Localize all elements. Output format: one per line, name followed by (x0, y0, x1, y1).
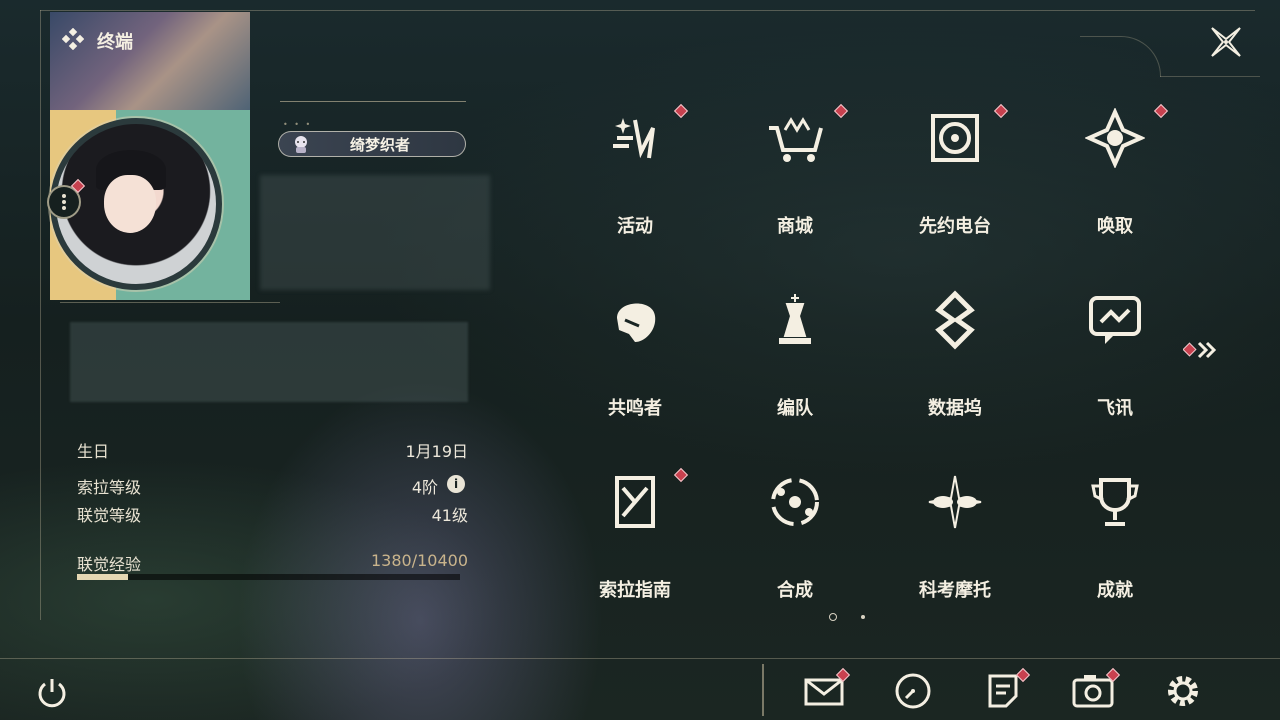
camera-button[interactable] (1070, 667, 1121, 714)
stat-label-birthday: 生日 (77, 442, 110, 461)
profile-signature-area (70, 322, 468, 402)
profile-name-area (260, 175, 490, 290)
summon-star-icon (1085, 108, 1145, 168)
stat-label-sola-level: 索拉等级 (77, 478, 142, 497)
notification-badge (673, 103, 689, 119)
stat-label-union-level: 联觉等级 (77, 506, 142, 525)
chibi-figure-icon (295, 136, 307, 153)
more-vertical-icon (62, 194, 66, 210)
event-spark-icon (613, 118, 655, 159)
clock-button[interactable] (890, 668, 936, 714)
notification-badge (993, 103, 1009, 119)
menu-item-label: 活动 (617, 216, 653, 237)
settings-gear-button[interactable] (1160, 668, 1206, 714)
menu-item-resonator-head[interactable]: 共鸣者 (570, 282, 700, 432)
menu-item-synthesis-orbit[interactable]: 合成 (730, 464, 860, 614)
name-divider (280, 101, 466, 102)
avatar-face (104, 175, 156, 233)
data-dock-icon (935, 290, 975, 350)
message-chat-icon (1089, 296, 1141, 344)
name-dots-decoration: • • • (283, 120, 313, 129)
exp-value: 1380/10400 (370, 551, 468, 570)
double-chevron-right-icon (1197, 341, 1217, 359)
title-badge-label: 绮梦织者 (350, 136, 411, 154)
menu-item-label: 数据坞 (928, 398, 982, 419)
diamond-cluster-icon (62, 28, 84, 50)
exp-label: 联觉经验 (77, 555, 142, 574)
motorbike-icon (928, 475, 982, 529)
menu-item-guide-book[interactable]: 索拉指南 (570, 464, 700, 614)
menu-item-motorbike[interactable]: 科考摩托 (890, 464, 1020, 614)
synthesis-orbit-icon (771, 478, 819, 526)
close-icon[interactable] (1206, 22, 1246, 62)
menu-item-label: 科考摩托 (919, 580, 991, 601)
bottom-bar-divider (762, 664, 764, 716)
menu-item-event-spark[interactable]: 活动 (570, 100, 700, 250)
resonator-head-icon (617, 303, 656, 342)
menu-item-label: 索拉指南 (599, 580, 671, 601)
bottom-bar-line (0, 658, 1280, 659)
chess-team-icon (779, 294, 811, 344)
mail-button[interactable] (800, 667, 851, 714)
menu-item-radio-record[interactable]: 先约电台 (890, 100, 1020, 250)
clock-icon (895, 673, 931, 709)
stat-value-sola-level: 4阶 (411, 478, 438, 497)
menu-item-chess-team[interactable]: 编队 (730, 282, 860, 432)
page-indicator-active[interactable] (829, 613, 837, 621)
menu-item-label: 成就 (1097, 580, 1133, 601)
notice-button[interactable] (980, 667, 1031, 714)
menu-item-label: 商城 (777, 216, 813, 237)
menu-item-message-chat[interactable]: 飞讯 (1050, 282, 1180, 432)
notification-badge (673, 467, 689, 483)
guide-book-icon (615, 476, 655, 528)
shop-cart-icon (769, 117, 823, 162)
menu-item-trophy[interactable]: 成就 (1050, 464, 1180, 614)
notification-badge (833, 103, 849, 119)
next-page-button[interactable] (1183, 338, 1223, 362)
menu-item-label: 合成 (777, 580, 813, 601)
exp-progress-track (77, 574, 460, 580)
frame-left-line (40, 10, 41, 620)
power-icon[interactable] (34, 675, 70, 711)
profile-divider (60, 302, 280, 303)
profile-card-banner (50, 12, 250, 110)
notification-badge (1153, 103, 1169, 119)
menu-item-data-dock[interactable]: 数据坞 (890, 282, 1020, 432)
menu-item-label: 编队 (777, 398, 813, 419)
frame-top-line (40, 10, 1255, 11)
info-icon[interactable]: i (447, 475, 465, 493)
radio-record-icon (931, 114, 979, 162)
stat-value-union-level: 41级 (431, 506, 468, 525)
page-indicator-2[interactable] (861, 615, 865, 619)
menu-item-label: 唤取 (1097, 216, 1133, 237)
settings-gear-icon (1168, 676, 1198, 706)
menu-item-shop-cart[interactable]: 商城 (730, 100, 860, 250)
exp-progress-fill (77, 574, 128, 580)
menu-item-label: 飞讯 (1097, 398, 1133, 419)
page-title: 终端 (97, 32, 133, 53)
menu-item-label: 共鸣者 (608, 398, 662, 419)
frame-right-line (1160, 76, 1260, 77)
menu-item-label: 先约电台 (919, 216, 991, 237)
menu-item-summon-star[interactable]: 唤取 (1050, 100, 1180, 250)
frame-corner-curve (1080, 36, 1161, 77)
trophy-icon (1091, 478, 1139, 526)
stat-value-birthday: 1月19日 (405, 442, 468, 461)
